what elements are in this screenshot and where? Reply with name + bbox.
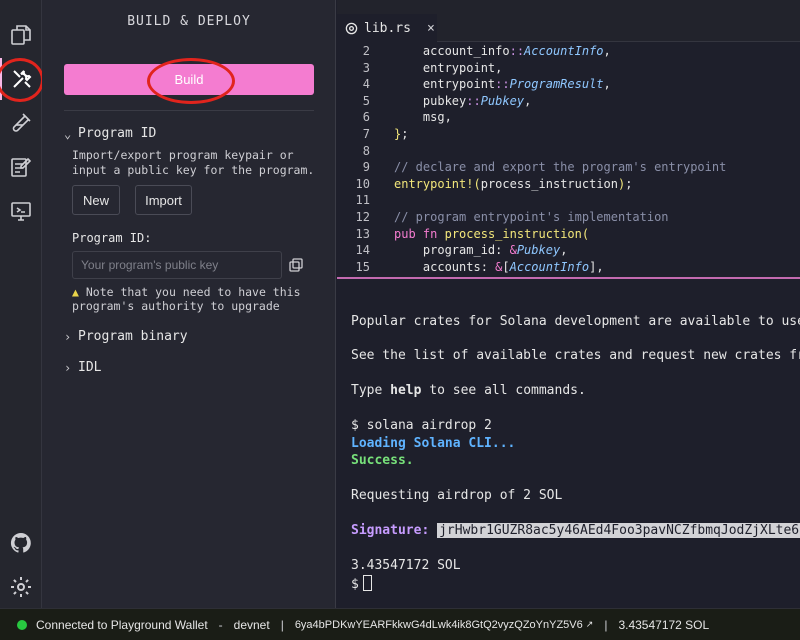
terminal-command: $ solana airdrop 2 [351,418,492,433]
network-name[interactable]: devnet [234,618,270,632]
build-deploy-panel: BUILD & DEPLOY Build ⌄ Program ID Import… [42,0,336,608]
terminal-success: Success. [351,453,414,468]
program-id-section-header[interactable]: ⌄ Program ID [64,126,156,141]
wallet-balance: 3.43547172 SOL [618,617,710,632]
terminal-line: Popular crates for Solana development ar… [351,314,800,329]
tutorials-icon[interactable] [0,146,42,188]
tab-bar: lib.rs × [337,0,800,42]
build-button[interactable]: Build [64,64,314,95]
connection-status-icon [17,619,27,630]
code-line: 9// declare and export the program's ent… [362,160,727,175]
warning-icon: ▲ [72,285,79,299]
chevron-right-icon: › [64,360,72,375]
rust-file-icon [345,22,358,34]
panel-title: BUILD & DEPLOY [127,13,251,29]
separator: | [280,617,284,632]
idl-label: IDL [78,360,102,375]
terminal-signature: Signature: jrHwbr1GUZR8ac5y46AEd4Foo3pav… [351,523,800,538]
program-id-label: Program ID: [72,231,152,245]
github-icon[interactable] [0,522,42,564]
external-link-icon[interactable]: ↗ [586,619,594,630]
authority-note: ▲ Note that you need to have this progra… [72,285,332,313]
code-line: 4 entrypoint::ProgramResult, [362,77,611,92]
copy-icon[interactable] [289,258,303,272]
code-line: 12// program entrypoint's implementation [355,210,669,224]
tab-lib-rs[interactable]: lib.rs × [337,14,437,42]
program-id-input[interactable] [72,251,282,279]
terminal-loading: Loading Solana CLI... [351,436,516,451]
build-deploy-icon[interactable] [0,58,42,100]
authority-note-text: Note that you need to have this program'… [72,285,301,313]
cursor-icon [362,575,372,591]
explorer-icon[interactable] [0,14,42,56]
code-line: 5 pubkey::Pubkey, [362,93,532,108]
code-line: 13 pub fn process_instruction( [355,226,590,241]
new-keypair-button[interactable]: New [72,185,120,215]
code-line: 3 entrypoint, [362,60,503,75]
code-line: 15 accounts: &[AccountInfo], [355,259,604,274]
code-line: 2 account_info::AccountInfo, [362,44,611,58]
terminal-balance: 3.43547172 SOL [351,558,461,573]
code-line: 6 msg, [362,110,452,125]
program-id-header-label: Program ID [78,126,157,141]
program-binary-label: Program binary [78,329,188,344]
chevron-down-icon: ⌄ [64,126,72,141]
import-keypair-button[interactable]: Import [135,185,192,215]
code-editor[interactable]: 2 account_info::AccountInfo, 3 entrypoin… [337,42,800,277]
divider [64,110,314,111]
code-line: 11 [355,193,370,208]
tab-label: lib.rs [364,20,411,36]
chevron-right-icon: › [64,329,72,344]
separator: - [218,617,223,632]
test-icon[interactable] [0,102,42,144]
terminal-line: See the list of available crates and req… [351,348,800,363]
settings-icon[interactable] [0,566,42,608]
separator: | [604,617,608,632]
idl-section-header[interactable]: › IDL [64,360,101,375]
wallet-address[interactable]: 6ya4bPDKwYEARFkkwG4dLwk4ik8GtQ2vyzQZoYnY… [295,619,583,631]
code-line: 7}; [362,127,409,141]
status-bar: Connected to Playground Wallet - devnet … [0,608,800,640]
code-line: 14 program_id: &Pubkey, [355,243,568,258]
code-line: 8 [362,143,370,158]
terminal-requesting: Requesting airdrop of 2 SOL [351,488,563,503]
programs-icon[interactable] [0,190,42,232]
terminal[interactable]: Popular crates for Solana development ar… [337,279,800,608]
program-id-description: Import/export program keypair or input a… [72,148,315,177]
code-line: 10 entrypoint!(process_instruction); [355,176,633,191]
terminal-help-line: Type help to see all commands. [351,383,586,398]
activity-bar [0,0,42,608]
close-icon[interactable]: × [427,21,435,36]
signature-value[interactable]: jrHwbr1GUZR8ac5y46AEd4Foo3pavNCZfbmqJodZ… [437,523,800,538]
terminal-prompt[interactable]: $ [351,575,372,592]
wallet-connection[interactable]: Connected to Playground Wallet [36,618,208,632]
program-binary-section-header[interactable]: › Program binary [64,329,188,344]
